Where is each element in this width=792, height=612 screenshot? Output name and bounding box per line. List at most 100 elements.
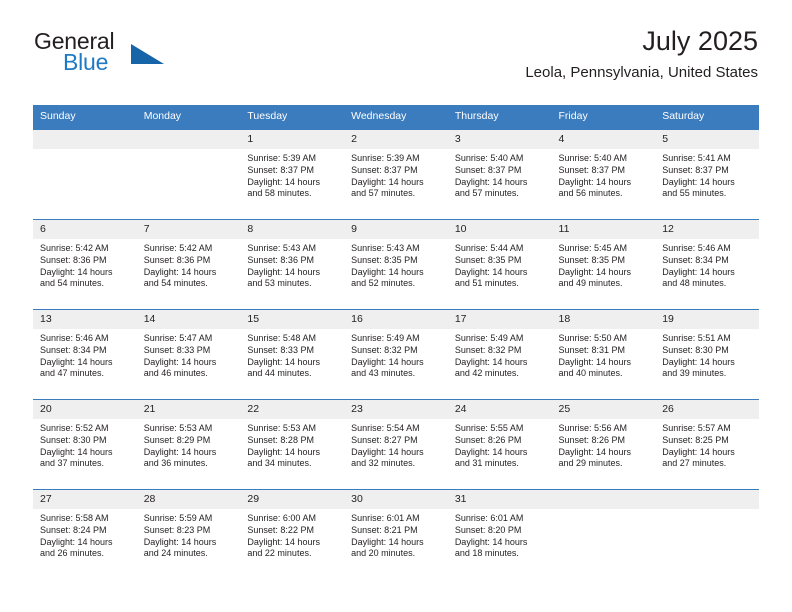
daylight-text-line2: and 22 minutes.	[247, 548, 312, 559]
calendar-day-cell[interactable]: 20 Sunrise: 5:52 AM Sunset: 8:30 PM Dayligh…	[33, 399, 137, 490]
calendar-day-cell[interactable]: 31 Sunrise: 6:01 AM Sunset: 8:20 PM Dayligh…	[447, 489, 552, 579]
calendar-day-cell[interactable]: 1 Sunrise: 5:39 AM Sunset: 8:37 PM Daylight…	[240, 129, 345, 220]
daylight-text-line2: and 56 minutes.	[558, 188, 623, 199]
daylight-text-line2: and 31 minutes.	[454, 458, 519, 469]
logo-text-blue: Blue	[63, 49, 109, 75]
sunrise-text: Sunrise: 5:46 AM	[662, 243, 731, 253]
sunset-text: Sunset: 8:37 PM	[662, 164, 729, 175]
day-details: Sunrise: 5:45 AM Sunset: 8:35 PM Daylight:…	[552, 239, 656, 290]
calendar-day-cell[interactable]: 3 Sunrise: 5:40 AM Sunset: 8:37 PM Daylight…	[447, 129, 552, 220]
daylight-text-line2: and 24 minutes.	[143, 548, 208, 559]
day-number: 7	[136, 220, 241, 239]
daylight-text-line2: and 18 minutes.	[454, 548, 519, 559]
sunset-text: Sunset: 8:30 PM	[662, 344, 729, 355]
daylight-text-line2: and 58 minutes.	[247, 188, 312, 199]
weekday-header-sunday: Sunday	[33, 105, 137, 130]
daylight-text-line1: Daylight: 14 hours	[40, 536, 113, 547]
sunrise-text: Sunrise: 5:42 AM	[40, 243, 109, 253]
day-details: Sunrise: 5:43 AM Sunset: 8:36 PM Daylight:…	[240, 239, 344, 290]
daylight-text-line1: Daylight: 14 hours	[143, 356, 217, 367]
calendar-day-cell[interactable]: 26 Sunrise: 5:57 AM Sunset: 8:25 PM Dayligh…	[655, 399, 759, 490]
calendar-day: 28 Sunrise: 5:59 AM Sunset: 8:23 PM Dayligh…	[136, 490, 241, 579]
sunrise-text: Sunrise: 5:51 AM	[662, 333, 731, 343]
sunset-text: Sunset: 8:34 PM	[662, 254, 729, 265]
calendar-week-row: 1 Sunrise: 5:39 AM Sunset: 8:37 PM Daylight…	[33, 129, 759, 220]
daylight-text-line2: and 52 minutes.	[351, 278, 416, 289]
calendar-day-cell[interactable]: 16 Sunrise: 5:49 AM Sunset: 8:32 PM Dayligh…	[344, 309, 448, 400]
calendar-day-cell[interactable]: 29 Sunrise: 6:00 AM Sunset: 8:22 PM Dayligh…	[240, 489, 345, 579]
sunset-text: Sunset: 8:34 PM	[40, 344, 107, 355]
general-blue-logo[interactable]: General Blue	[34, 28, 174, 82]
day-details: Sunrise: 5:58 AM Sunset: 8:24 PM Daylight:…	[33, 509, 137, 560]
calendar-day-cell[interactable]: 15 Sunrise: 5:48 AM Sunset: 8:33 PM Dayligh…	[240, 309, 345, 400]
day-number: 9	[344, 220, 448, 239]
calendar-day-cell[interactable]: 11 Sunrise: 5:45 AM Sunset: 8:35 PM Dayligh…	[551, 219, 656, 310]
calendar-day-cell[interactable]: 24 Sunrise: 5:55 AM Sunset: 8:26 PM Dayligh…	[447, 399, 552, 490]
sunrise-text: Sunrise: 5:53 AM	[143, 423, 213, 433]
calendar-day: 23 Sunrise: 5:54 AM Sunset: 8:27 PM Dayligh…	[344, 400, 448, 489]
calendar-page: General Blue July 2025 Leola, Pennsylvan…	[0, 0, 792, 612]
sunrise-text: Sunrise: 5:50 AM	[558, 333, 628, 343]
calendar-day: 15 Sunrise: 5:48 AM Sunset: 8:33 PM Dayligh…	[240, 310, 345, 399]
day-number: 2	[344, 130, 448, 149]
calendar-day-cell[interactable]: 23 Sunrise: 5:54 AM Sunset: 8:27 PM Dayligh…	[344, 399, 448, 490]
calendar-week-row: 20 Sunrise: 5:52 AM Sunset: 8:30 PM Dayligh…	[33, 399, 759, 490]
sunrise-text: Sunrise: 5:55 AM	[454, 423, 524, 433]
calendar-day-cell[interactable]: 9 Sunrise: 5:43 AM Sunset: 8:35 PM Daylight…	[344, 219, 448, 310]
calendar-day-cell[interactable]: 25 Sunrise: 5:56 AM Sunset: 8:26 PM Dayligh…	[551, 399, 656, 490]
calendar-day-cell[interactable]: 8 Sunrise: 5:43 AM Sunset: 8:36 PM Daylight…	[240, 219, 345, 310]
calendar-day-cell[interactable]: 18 Sunrise: 5:50 AM Sunset: 8:31 PM Dayligh…	[551, 309, 656, 400]
calendar-day-cell[interactable]: 19 Sunrise: 5:51 AM Sunset: 8:30 PM Dayligh…	[655, 309, 759, 400]
calendar-day-cell[interactable]: 28 Sunrise: 5:59 AM Sunset: 8:23 PM Dayligh…	[136, 489, 241, 579]
sunrise-text: Sunrise: 6:01 AM	[351, 513, 420, 523]
calendar-day-cell[interactable]: 27 Sunrise: 5:58 AM Sunset: 8:24 PM Dayligh…	[33, 489, 137, 579]
calendar-day-cell[interactable]: 13 Sunrise: 5:46 AM Sunset: 8:34 PM Dayligh…	[33, 309, 137, 400]
day-number: 6	[33, 220, 137, 239]
calendar-day-cell[interactable]: 30 Sunrise: 6:01 AM Sunset: 8:21 PM Dayligh…	[344, 489, 448, 579]
calendar-day-cell[interactable]: 17 Sunrise: 5:49 AM Sunset: 8:32 PM Dayligh…	[447, 309, 552, 400]
calendar-day-cell[interactable]: 10 Sunrise: 5:44 AM Sunset: 8:35 PM Dayligh…	[447, 219, 552, 310]
sunrise-text: Sunrise: 5:56 AM	[558, 423, 628, 433]
calendar-day-cell[interactable]	[551, 489, 656, 579]
calendar-day-cell[interactable]: 5 Sunrise: 5:41 AM Sunset: 8:37 PM Daylight…	[655, 129, 759, 220]
calendar-day-cell[interactable]: 21 Sunrise: 5:53 AM Sunset: 8:29 PM Dayligh…	[136, 399, 241, 490]
daylight-text-line2: and 20 minutes.	[351, 548, 416, 559]
day-number: 27	[33, 490, 137, 509]
calendar-day-cell[interactable]: 6 Sunrise: 5:42 AM Sunset: 8:36 PM Daylight…	[33, 219, 137, 310]
day-number: 18	[551, 310, 656, 329]
daylight-text-line1: Daylight: 14 hours	[40, 266, 113, 277]
weekday-header-wednesday: Wednesday	[344, 105, 448, 130]
day-details: Sunrise: 5:42 AM Sunset: 8:36 PM Daylight:…	[137, 239, 241, 290]
calendar-day: 11 Sunrise: 5:45 AM Sunset: 8:35 PM Dayligh…	[551, 220, 656, 309]
calendar-day: 18 Sunrise: 5:50 AM Sunset: 8:31 PM Dayligh…	[551, 310, 656, 399]
day-details: Sunrise: 5:53 AM Sunset: 8:28 PM Daylight:…	[240, 419, 344, 470]
sunrise-text: Sunrise: 5:39 AM	[351, 153, 420, 163]
calendar-day: 19 Sunrise: 5:51 AM Sunset: 8:30 PM Dayligh…	[655, 310, 759, 399]
calendar-day-cell[interactable]: 12 Sunrise: 5:46 AM Sunset: 8:34 PM Dayligh…	[655, 219, 759, 310]
daylight-text-line1: Daylight: 14 hours	[454, 356, 528, 367]
day-number: 29	[240, 490, 345, 509]
calendar-day: 20 Sunrise: 5:52 AM Sunset: 8:30 PM Dayligh…	[33, 400, 137, 489]
day-number: 16	[344, 310, 448, 329]
calendar-day-cell[interactable]: 22 Sunrise: 5:53 AM Sunset: 8:28 PM Dayligh…	[240, 399, 345, 490]
daylight-text-line1: Daylight: 14 hours	[247, 446, 320, 457]
day-details: Sunrise: 5:42 AM Sunset: 8:36 PM Daylight:…	[33, 239, 137, 290]
calendar-day: 5 Sunrise: 5:41 AM Sunset: 8:37 PM Daylight…	[655, 130, 759, 219]
page-subtitle: Leola, Pennsylvania, United States	[525, 64, 758, 81]
calendar-day-cell[interactable]	[33, 129, 137, 220]
calendar-day-cell[interactable]	[655, 489, 759, 579]
sunset-text: Sunset: 8:26 PM	[558, 434, 626, 445]
daylight-text-line1: Daylight: 14 hours	[454, 176, 528, 187]
daylight-text-line1: Daylight: 14 hours	[558, 446, 632, 457]
sunset-text: Sunset: 8:37 PM	[351, 164, 418, 175]
calendar-day-cell[interactable]: 4 Sunrise: 5:40 AM Sunset: 8:37 PM Daylight…	[551, 129, 656, 220]
calendar-day-cell[interactable]	[136, 129, 241, 220]
day-number	[136, 130, 241, 149]
calendar-day-cell[interactable]: 2 Sunrise: 5:39 AM Sunset: 8:37 PM Daylight…	[344, 129, 448, 220]
calendar-day-cell[interactable]: 7 Sunrise: 5:42 AM Sunset: 8:36 PM Daylight…	[136, 219, 241, 310]
weekday-header-friday: Friday	[551, 105, 656, 130]
calendar-day-cell[interactable]: 14 Sunrise: 5:47 AM Sunset: 8:33 PM Dayligh…	[136, 309, 241, 400]
day-number: 4	[551, 130, 656, 149]
sunset-text: Sunset: 8:33 PM	[143, 344, 211, 355]
daylight-text-line1: Daylight: 14 hours	[247, 266, 320, 277]
